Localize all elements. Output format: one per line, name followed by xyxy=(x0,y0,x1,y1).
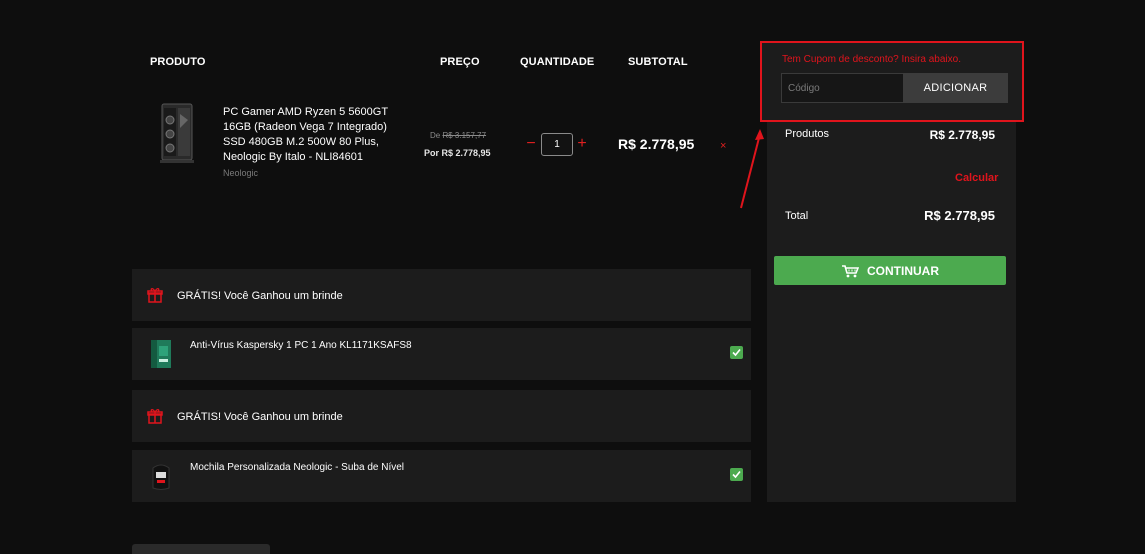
header-price: PREÇO xyxy=(440,56,480,68)
gift-header: GRÁTIS! Você Ganhou um brinde xyxy=(132,390,751,442)
coupon-prompt: Tem Cupom de desconto? Insira abaixo. xyxy=(782,54,961,65)
backpack-image xyxy=(152,464,170,490)
kaspersky-box-image xyxy=(151,340,171,368)
continue-button[interactable]: CONTINUAR xyxy=(774,256,1006,285)
bottom-button[interactable] xyxy=(132,544,270,554)
gift-header: GRÁTIS! Você Ganhou um brinde xyxy=(132,269,751,321)
gift-item: Mochila Personalizada Neologic - Suba de… xyxy=(132,450,751,502)
products-label: Produtos xyxy=(785,128,830,140)
gift-item: Anti-Vírus Kaspersky 1 PC 1 Ano KL1171KS… xyxy=(132,328,751,380)
check-icon[interactable] xyxy=(730,346,743,359)
gift-header-text: GRÁTIS! Você Ganhou um brinde xyxy=(177,290,343,302)
gift-icon xyxy=(147,288,163,303)
product-image[interactable] xyxy=(150,100,202,168)
coupon-code-input[interactable] xyxy=(781,73,905,103)
price-now: Por R$ 2.778,95 xyxy=(424,148,491,158)
annotation-arrow-icon xyxy=(740,129,764,209)
remove-item-icon[interactable]: × xyxy=(720,140,726,152)
price-old-value: R$ 3.157,77 xyxy=(442,131,487,140)
product-name[interactable]: PC Gamer AMD Ryzen 5 5600GT 16GB (Radeon… xyxy=(223,105,403,165)
products-value: R$ 2.778,95 xyxy=(929,128,995,142)
quantity-input[interactable]: 1 xyxy=(541,133,573,156)
header-product: PRODUTO xyxy=(150,56,206,68)
quantity-increase-button[interactable]: + xyxy=(575,136,589,152)
quantity-decrease-button[interactable]: − xyxy=(524,136,538,152)
item-subtotal: R$ 2.778,95 xyxy=(618,136,695,152)
total-label: Total xyxy=(785,210,809,222)
header-subtotal: SUBTOTAL xyxy=(628,56,688,68)
header-quantity: QUANTIDADE xyxy=(520,56,595,68)
price-old: De R$ 3.157,77 xyxy=(430,131,486,140)
calculate-shipping-link[interactable]: Calcular xyxy=(955,172,998,184)
gift-item-name: Mochila Personalizada Neologic - Suba de… xyxy=(190,462,405,473)
gift-header-text: GRÁTIS! Você Ganhou um brinde xyxy=(177,411,343,423)
product-brand: Neologic xyxy=(223,168,259,178)
add-coupon-button[interactable]: ADICIONAR xyxy=(903,73,1008,103)
cart-icon xyxy=(842,264,859,277)
price-old-prefix: De xyxy=(430,131,441,140)
gift-icon xyxy=(147,409,163,424)
gift-item-name: Anti-Vírus Kaspersky 1 PC 1 Ano KL1171KS… xyxy=(190,340,412,351)
continue-button-label: CONTINUAR xyxy=(867,263,939,278)
check-icon[interactable] xyxy=(730,468,743,481)
total-value: R$ 2.778,95 xyxy=(924,208,995,223)
